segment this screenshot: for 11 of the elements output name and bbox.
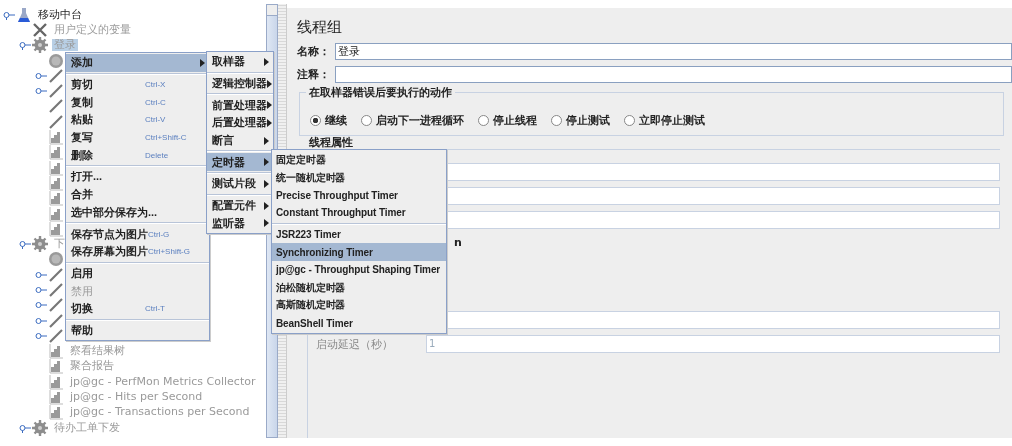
field-label: 注释：	[297, 67, 331, 82]
radio-label: 继续	[325, 113, 347, 128]
field-label: 启动延迟（秒）	[316, 336, 394, 352]
field-label: 名称：	[297, 44, 331, 59]
panel-title: 线程组	[297, 17, 343, 38]
radio-label: 停止线程	[493, 113, 537, 128]
group-title: 在取样器错误后要执行的动作	[306, 85, 455, 100]
section-title: 线程属性	[309, 137, 354, 149]
radio-label: 停止测试	[566, 113, 610, 128]
field-label: n	[454, 235, 462, 249]
radio-label: 立即停止测试	[639, 113, 705, 128]
